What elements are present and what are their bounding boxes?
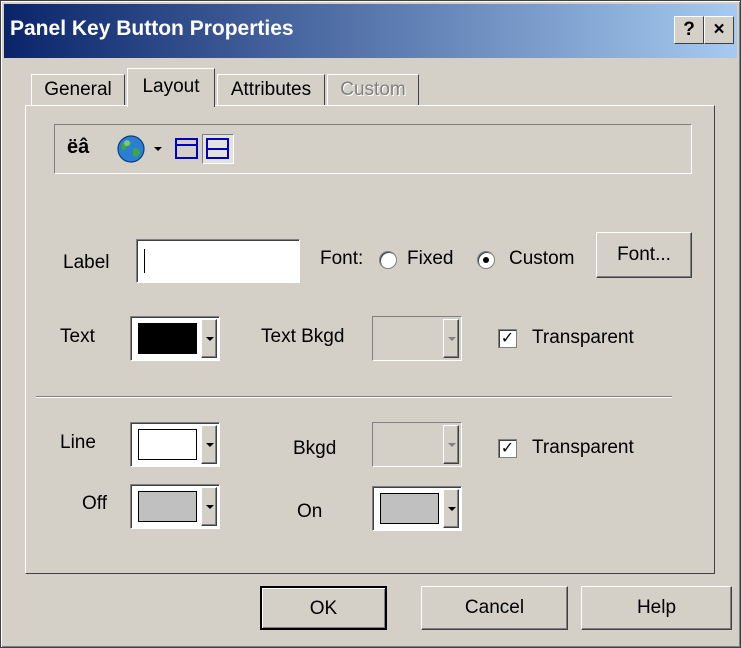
on-label: On	[297, 501, 323, 522]
line-color-swatch	[138, 429, 197, 460]
font-custom-label[interactable]: Custom	[509, 248, 574, 270]
label-label: Label	[63, 252, 110, 273]
language-button[interactable]: ëâ	[67, 136, 89, 159]
font-label: Font:	[320, 248, 364, 269]
line-label: Line	[60, 432, 96, 453]
tab-custom[interactable]: Custom	[327, 74, 419, 106]
text-color-swatch	[138, 323, 197, 354]
chevron-down-icon[interactable]	[201, 425, 217, 464]
font-custom-radio[interactable]	[477, 251, 495, 269]
chevron-down-icon[interactable]	[443, 489, 459, 528]
off-label: Off	[82, 493, 107, 514]
text-bkgd-label: Text Bkgd	[261, 326, 345, 347]
tab-general[interactable]: General	[31, 74, 125, 106]
chevron-down-icon[interactable]	[201, 319, 217, 358]
on-color-swatch	[380, 493, 439, 524]
chevron-down-icon[interactable]	[443, 319, 459, 358]
window-title: Panel Key Button Properties	[10, 17, 294, 40]
line-color-combo[interactable]	[130, 422, 220, 467]
text-bkgd-combo[interactable]	[372, 316, 462, 361]
dropdown-arrow-icon[interactable]	[154, 147, 162, 151]
tab-attributes[interactable]: Attributes	[217, 74, 325, 106]
bkgd-combo[interactable]	[372, 422, 462, 467]
layout-top-icon[interactable]	[174, 136, 200, 168]
bkgd-label: Bkgd	[293, 438, 337, 459]
font-fixed-label[interactable]: Fixed	[407, 248, 453, 270]
ok-button[interactable]: OK	[260, 586, 387, 630]
text-color-combo[interactable]	[130, 316, 220, 361]
divider	[36, 396, 672, 398]
toolbar: ëâ	[54, 124, 692, 174]
text-cursor	[144, 249, 145, 273]
text-transparent-checkbox[interactable]: ✓	[498, 329, 517, 348]
layout-panel: ëâ Label Font: Fixed Custom Font... Text…	[25, 105, 715, 574]
bkgd-transparent-label[interactable]: Transparent	[532, 437, 634, 459]
close-button[interactable]: ×	[704, 16, 734, 44]
off-color-swatch	[138, 491, 197, 522]
off-color-combo[interactable]	[130, 484, 220, 529]
on-color-combo[interactable]	[372, 486, 462, 531]
font-fixed-radio[interactable]	[379, 251, 397, 269]
label-input[interactable]	[136, 239, 300, 283]
help-button[interactable]: Help	[581, 586, 732, 630]
globe-icon[interactable]	[116, 134, 146, 170]
bkgd-transparent-checkbox[interactable]: ✓	[498, 439, 517, 458]
layout-middle-icon[interactable]	[202, 134, 234, 164]
properties-dialog: Panel Key Button Properties ? × General …	[0, 0, 741, 648]
font-button[interactable]: Font...	[596, 232, 692, 278]
help-title-button[interactable]: ?	[674, 16, 704, 44]
text-transparent-label[interactable]: Transparent	[532, 327, 634, 349]
chevron-down-icon[interactable]	[201, 487, 217, 526]
cancel-button[interactable]: Cancel	[421, 586, 568, 630]
title-bar[interactable]: Panel Key Button Properties ? ×	[4, 4, 737, 58]
tab-layout[interactable]: Layout	[127, 68, 215, 107]
text-label: Text	[60, 326, 95, 347]
chevron-down-icon[interactable]	[443, 425, 459, 464]
